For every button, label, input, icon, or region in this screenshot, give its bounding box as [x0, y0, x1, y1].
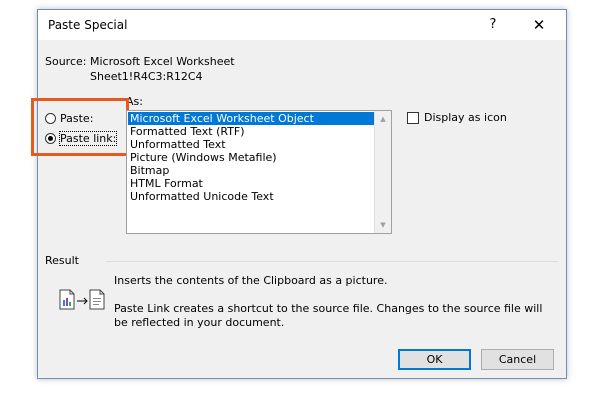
title-bar: Paste Special ? ✕: [38, 10, 566, 40]
display-as-icon-checkbox[interactable]: [407, 111, 419, 124]
help-button[interactable]: ?: [478, 14, 508, 36]
format-list-item[interactable]: Bitmap: [128, 164, 375, 177]
display-as-icon-option[interactable]: Display as icon: [407, 111, 507, 124]
format-list-item[interactable]: Formatted Text (RTF): [128, 125, 375, 138]
close-button[interactable]: ✕: [522, 14, 556, 36]
scroll-up-arrow-icon[interactable]: ▲: [375, 111, 391, 127]
paste-link-result-icon: [58, 287, 108, 314]
format-list-item[interactable]: HTML Format: [128, 177, 375, 190]
format-list-item[interactable]: Picture (Windows Metafile): [128, 151, 375, 164]
source-name: Microsoft Excel Worksheet: [90, 55, 235, 68]
result-description-link: Paste Link creates a shortcut to the sou…: [114, 302, 543, 329]
source-range: Sheet1!R4C3:R12C4: [90, 70, 203, 83]
as-label: As:: [126, 95, 143, 108]
annotation-highlight-box: [31, 98, 129, 156]
format-list: Microsoft Excel Worksheet Object Formatte…: [128, 112, 375, 203]
format-list-item[interactable]: Microsoft Excel Worksheet Object: [128, 112, 375, 125]
result-divider: [106, 261, 558, 262]
paste-radio-option[interactable]: Paste:: [45, 110, 93, 126]
result-description-picture: Inserts the contents of the Clipboard as…: [114, 274, 388, 287]
paste-link-radio-label: Paste link:: [58, 130, 118, 146]
display-as-icon-label: Display as icon: [424, 111, 507, 124]
paste-link-radio-option[interactable]: Paste link:: [45, 130, 118, 146]
paste-link-radio[interactable]: [45, 132, 56, 144]
paste-radio-label: Paste:: [60, 111, 94, 125]
paste-radio[interactable]: [45, 112, 56, 124]
format-list-item[interactable]: Unformatted Text: [128, 138, 375, 151]
as-format-listbox[interactable]: Microsoft Excel Worksheet Object Formatte…: [126, 110, 392, 234]
dialog-title: Paste Special: [48, 18, 128, 32]
result-label: Result: [45, 254, 79, 267]
cancel-button[interactable]: Cancel: [481, 349, 554, 370]
format-list-item[interactable]: Unformatted Unicode Text: [128, 190, 375, 203]
listbox-scrollbar[interactable]: ▲ ▼: [374, 111, 391, 233]
scroll-down-arrow-icon[interactable]: ▼: [375, 217, 391, 233]
source-label: Source:: [45, 55, 87, 68]
ok-button[interactable]: OK: [398, 349, 471, 370]
paste-special-dialog: Paste Special ? ✕ Source: Microsoft Exce…: [31, 9, 567, 379]
